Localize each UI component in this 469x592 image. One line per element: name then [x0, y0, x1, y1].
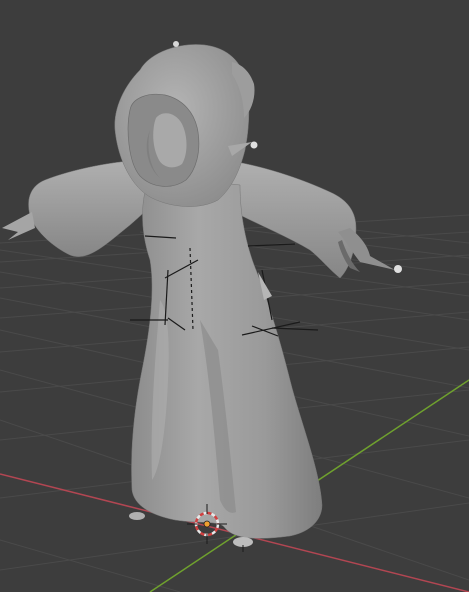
bone-joint-hood[interactable]	[250, 141, 258, 149]
object-origin-marker[interactable]	[203, 520, 211, 528]
bone-joint-hand-right[interactable]	[394, 265, 402, 273]
bone-joint-head[interactable]	[173, 41, 179, 47]
3d-viewport[interactable]	[0, 0, 469, 592]
left-hand-claw	[2, 212, 35, 240]
ghost-mesh[interactable]	[2, 44, 395, 539]
viewport-canvas[interactable]	[0, 0, 469, 592]
foot-left[interactable]	[129, 512, 145, 520]
